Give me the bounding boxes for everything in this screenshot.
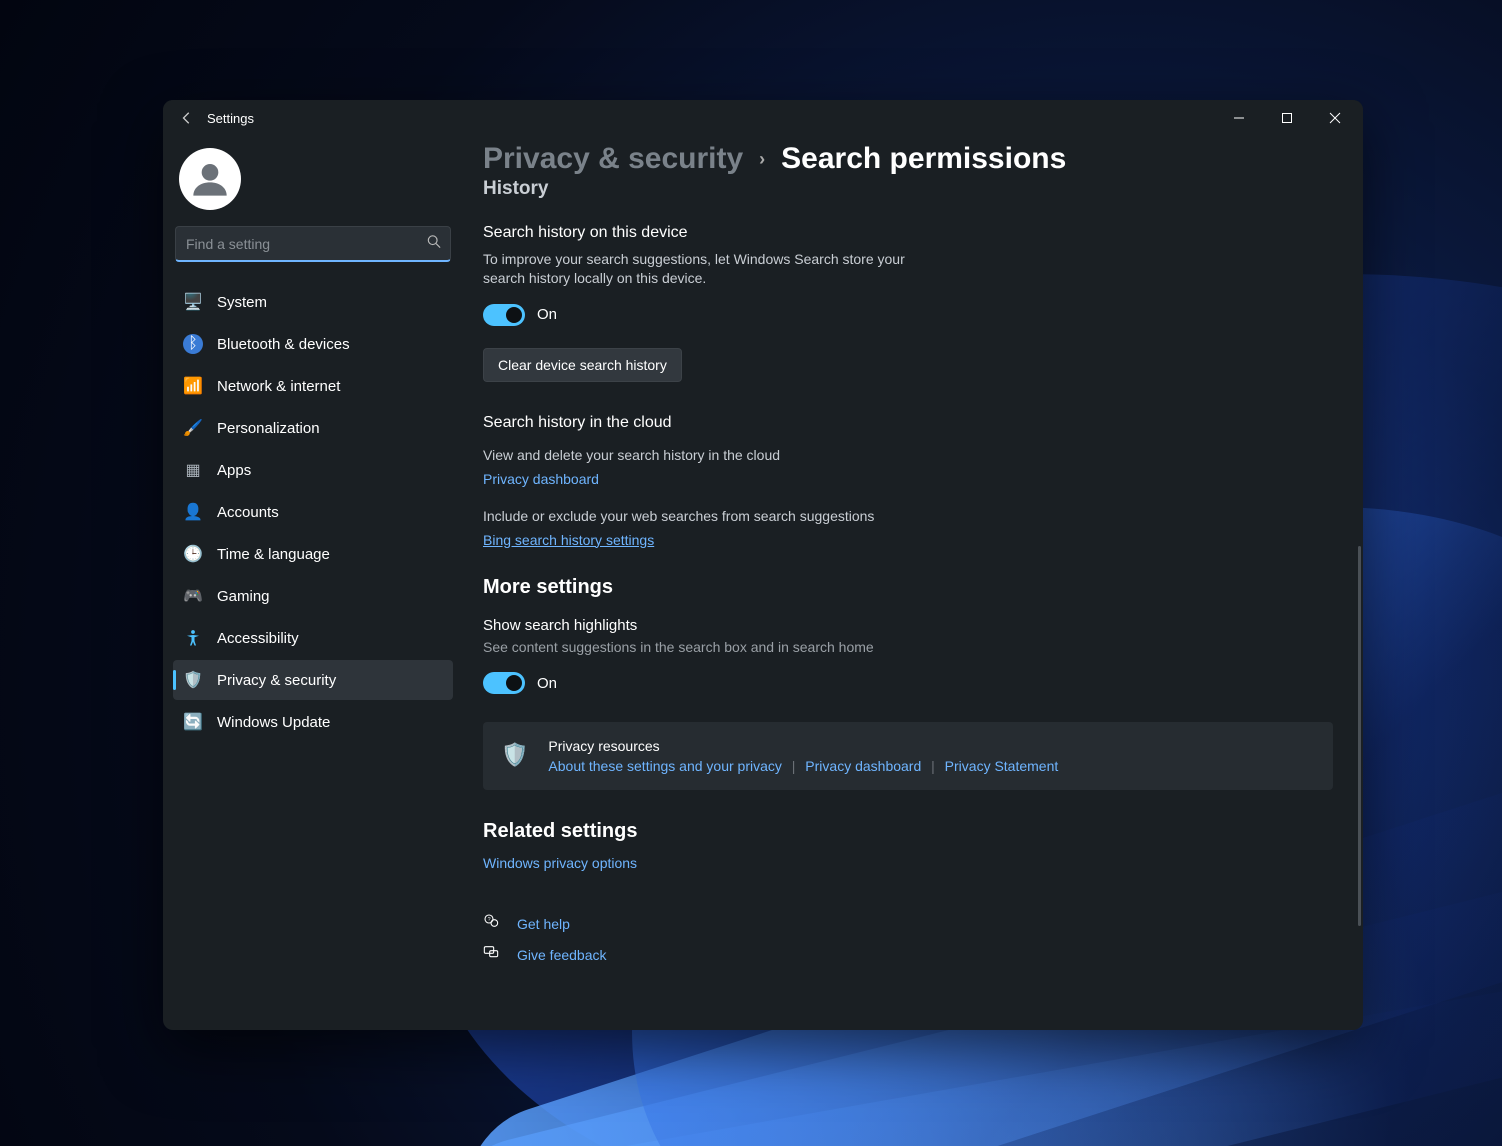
privacy-card-title: Privacy resources xyxy=(548,738,1058,754)
scrollbar-thumb[interactable] xyxy=(1358,546,1361,926)
brush-icon: 🖌️ xyxy=(183,418,203,438)
cloud-history-desc: View and delete your search history in t… xyxy=(483,446,913,465)
device-history-toggle[interactable] xyxy=(483,304,525,326)
sidebar-item-label: Apps xyxy=(217,462,251,479)
apps-icon: ▦ xyxy=(183,460,203,480)
device-history-toggle-label: On xyxy=(537,306,557,323)
sidebar-item-system[interactable]: 🖥️ System xyxy=(173,282,453,322)
nav-list: 🖥️ System ᛒ Bluetooth & devices 📶 Network &… xyxy=(173,282,453,742)
sidebar-item-label: Accounts xyxy=(217,504,279,521)
help-icon: ? xyxy=(483,913,501,934)
section-heading-related: Related settings xyxy=(483,820,1337,843)
sidebar-item-label: Bluetooth & devices xyxy=(217,336,350,353)
sidebar-item-apps[interactable]: ▦ Apps xyxy=(173,450,453,490)
feedback-row[interactable]: Give feedback xyxy=(483,944,1337,965)
sidebar-item-time[interactable]: 🕒 Time & language xyxy=(173,534,453,574)
sidebar-item-accessibility[interactable]: Accessibility xyxy=(173,618,453,658)
update-icon: 🔄 xyxy=(183,712,203,732)
sidebar-item-gaming[interactable]: 🎮 Gaming xyxy=(173,576,453,616)
shield-icon: 🛡️ xyxy=(501,742,528,768)
sidebar: 🖥️ System ᛒ Bluetooth & devices 📶 Network &… xyxy=(163,136,463,1030)
settings-window: Settings 🖥️ System ᛒ Bluetooth & devices 📶… xyxy=(163,100,1363,1030)
breadcrumb: Privacy & security › Search permissions xyxy=(483,142,1337,176)
bing-history-link[interactable]: Bing search history settings xyxy=(483,532,654,548)
privacy-card-links: About these settings and your privacy | … xyxy=(548,758,1058,774)
sidebar-item-label: Time & language xyxy=(217,546,330,563)
titlebar: Settings xyxy=(163,100,1363,136)
bluetooth-icon: ᛒ xyxy=(183,334,203,354)
subheading-device-history: Search history on this device xyxy=(483,224,1337,242)
sidebar-item-label: System xyxy=(217,294,267,311)
monitor-icon: 🖥️ xyxy=(183,292,203,312)
search-input[interactable] xyxy=(175,226,451,262)
main-content: Privacy & security › Search permissions … xyxy=(463,136,1363,1030)
highlights-desc: See content suggestions in the search bo… xyxy=(483,638,1337,657)
chevron-right-icon: › xyxy=(759,149,765,170)
privacy-dashboard-link[interactable]: Privacy dashboard xyxy=(483,471,599,487)
device-history-desc: To improve your search suggestions, let … xyxy=(483,250,913,288)
privacy-statement-link[interactable]: Privacy Statement xyxy=(945,758,1059,774)
sidebar-item-label: Privacy & security xyxy=(217,672,336,689)
highlights-toggle-label: On xyxy=(537,675,557,692)
feedback-icon xyxy=(483,944,501,965)
clear-history-button[interactable]: Clear device search history xyxy=(483,348,682,382)
subheading-cloud-history: Search history in the cloud xyxy=(483,414,1337,432)
gamepad-icon: 🎮 xyxy=(183,586,203,606)
section-heading-history: History xyxy=(483,178,1337,200)
accessibility-icon xyxy=(183,628,203,648)
clock-icon: 🕒 xyxy=(183,544,203,564)
search-icon xyxy=(427,235,441,254)
privacy-resources-card: 🛡️ Privacy resources About these setting… xyxy=(483,722,1333,790)
svg-text:?: ? xyxy=(488,917,491,923)
close-button[interactable] xyxy=(1311,102,1359,134)
sidebar-item-update[interactable]: 🔄 Windows Update xyxy=(173,702,453,742)
privacy-dashboard-card-link[interactable]: Privacy dashboard xyxy=(805,758,921,774)
breadcrumb-parent[interactable]: Privacy & security xyxy=(483,142,743,176)
windows-privacy-options-link[interactable]: Windows privacy options xyxy=(483,855,637,871)
minimize-button[interactable] xyxy=(1215,102,1263,134)
sidebar-item-accounts[interactable]: 👤 Accounts xyxy=(173,492,453,532)
sidebar-item-label: Network & internet xyxy=(217,378,340,395)
about-privacy-link[interactable]: About these settings and your privacy xyxy=(548,758,781,774)
maximize-button[interactable] xyxy=(1263,102,1311,134)
give-feedback-link[interactable]: Give feedback xyxy=(517,947,607,963)
back-button[interactable] xyxy=(171,102,203,134)
sidebar-item-personalization[interactable]: 🖌️ Personalization xyxy=(173,408,453,448)
get-help-link[interactable]: Get help xyxy=(517,916,570,932)
sidebar-item-privacy[interactable]: 🛡️ Privacy & security xyxy=(173,660,453,700)
sidebar-item-label: Accessibility xyxy=(217,630,299,647)
web-search-desc: Include or exclude your web searches fro… xyxy=(483,507,1337,526)
sidebar-item-label: Windows Update xyxy=(217,714,330,731)
sidebar-item-label: Gaming xyxy=(217,588,270,605)
search-field-wrap xyxy=(175,226,451,262)
avatar[interactable] xyxy=(179,148,241,210)
wifi-icon: 📶 xyxy=(183,376,203,396)
window-controls xyxy=(1215,102,1359,134)
breadcrumb-current: Search permissions xyxy=(781,142,1066,176)
window-title: Settings xyxy=(207,111,254,126)
sidebar-item-label: Personalization xyxy=(217,420,320,437)
highlights-toggle[interactable] xyxy=(483,672,525,694)
sidebar-item-bluetooth[interactable]: ᛒ Bluetooth & devices xyxy=(173,324,453,364)
section-heading-more: More settings xyxy=(483,576,1337,599)
sidebar-item-network[interactable]: 📶 Network & internet xyxy=(173,366,453,406)
subheading-highlights: Show search highlights xyxy=(483,617,1337,634)
get-help-row[interactable]: ? Get help xyxy=(483,913,1337,934)
person-icon: 👤 xyxy=(183,502,203,522)
shield-icon: 🛡️ xyxy=(183,670,203,690)
